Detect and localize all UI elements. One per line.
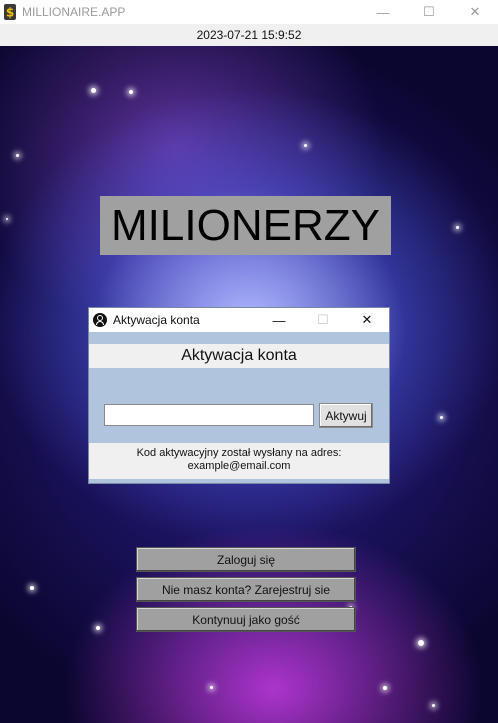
activation-info-line: Kod aktywacyjny został wysłany na adres: — [136, 447, 342, 459]
star — [304, 144, 307, 147]
star — [30, 586, 34, 590]
window-title: MILLIONAIRE.APP — [22, 5, 126, 19]
activation-info: Kod aktywacyjny został wysłany na adres:… — [89, 443, 389, 479]
star — [6, 218, 8, 220]
login-button[interactable]: Zaloguj się — [136, 547, 356, 572]
close-button[interactable]: ✕ — [452, 0, 498, 24]
star — [432, 704, 435, 707]
star — [96, 626, 100, 630]
star — [440, 416, 443, 419]
guest-button[interactable]: Kontynuuj jako gość — [136, 607, 356, 632]
logo-title: MILIONERZY — [100, 196, 391, 255]
window-titlebar: $ MILLIONAIRE.APP — ☐ ✕ — [0, 0, 498, 24]
minimize-button[interactable]: — — [360, 0, 406, 24]
dialog-titlebar: Aktywacja konta — ☐ ✕ — [89, 308, 389, 332]
svg-text:$: $ — [6, 6, 14, 20]
star — [91, 88, 96, 93]
dialog-minimize-button[interactable]: — — [257, 308, 301, 332]
activation-code-input[interactable] — [104, 404, 314, 426]
datetime-label: 2023-07-21 15:9:52 — [0, 24, 498, 46]
dialog-heading: Aktywacja konta — [89, 344, 389, 368]
maximize-button[interactable]: ☐ — [406, 0, 452, 24]
activate-button[interactable]: Aktywuj — [319, 403, 373, 428]
star — [16, 154, 19, 157]
dialog-close-button[interactable]: ✕ — [345, 308, 389, 332]
star — [129, 90, 133, 94]
register-button[interactable]: Nie masz konta? Zarejestruj sie — [136, 577, 356, 602]
star — [418, 640, 424, 646]
activation-email: example@email.com — [187, 460, 291, 472]
star — [210, 686, 213, 689]
star — [456, 226, 459, 229]
dialog-maximize-button: ☐ — [317, 312, 329, 327]
dialog-title: Aktywacja konta — [113, 313, 200, 327]
star — [383, 686, 387, 690]
activation-dialog: Aktywacja konta — ☐ ✕ Aktywacja konta Ak… — [89, 308, 389, 483]
dollar-sign-icon: $ — [4, 4, 16, 20]
user-circle-icon — [93, 313, 107, 327]
